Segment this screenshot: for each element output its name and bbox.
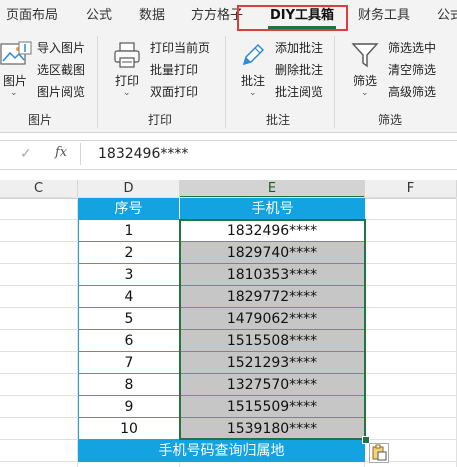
comment-button[interactable]: 批注 xyxy=(238,72,268,89)
tab-fangfang[interactable]: 方方格子 xyxy=(191,0,243,32)
paste-options-icon[interactable] xyxy=(369,443,389,463)
region-screenshot-button[interactable]: 选区截图 xyxy=(37,60,85,80)
batch-print-button[interactable]: 批量打印 xyxy=(150,60,198,80)
add-comment-button[interactable]: 添加批注 xyxy=(275,38,323,58)
tab-data[interactable]: 数据 xyxy=(139,0,165,32)
table-cell-index[interactable]: 2 xyxy=(78,242,180,264)
formula-input[interactable]: 1832496**** xyxy=(98,146,188,162)
column-header-d[interactable]: D xyxy=(78,180,180,198)
tab-page-layout[interactable]: 页面布局 xyxy=(6,0,58,32)
chevron-down-icon[interactable]: ⌄ xyxy=(10,88,18,98)
table-cell-index[interactable]: 3 xyxy=(78,264,180,286)
confirm-icon[interactable]: ✓ xyxy=(20,146,32,162)
table-cell-index[interactable]: 4 xyxy=(78,286,180,308)
import-image-icon xyxy=(17,40,33,56)
funnel-icon xyxy=(350,40,380,70)
image-viewer-button[interactable]: 图片阅览 xyxy=(37,82,85,102)
advanced-filter-button[interactable]: 高级筛选 xyxy=(388,82,436,102)
table-cell-index[interactable]: 1 xyxy=(78,220,180,242)
tab-formulas[interactable]: 公式 xyxy=(86,0,112,32)
column-header-c[interactable]: C xyxy=(0,180,78,198)
table-cell-index[interactable]: 6 xyxy=(78,330,180,352)
comment-viewer-button[interactable]: 批注阅览 xyxy=(275,82,323,102)
delete-comment-button[interactable]: 删除批注 xyxy=(275,60,323,80)
column-header-e[interactable]: E xyxy=(180,180,365,198)
table-footer[interactable]: 手机号码查询归属地 xyxy=(78,440,365,462)
formula-divider xyxy=(80,143,81,165)
table-cell-index[interactable]: 5 xyxy=(78,308,180,330)
chevron-down-icon[interactable]: ⌄ xyxy=(123,88,131,98)
printer-icon xyxy=(112,40,142,70)
group-separator xyxy=(225,36,226,128)
table-cell-index[interactable]: 7 xyxy=(78,352,180,374)
import-image-button[interactable]: 导入图片 xyxy=(37,38,85,58)
image-button[interactable]: 图片 xyxy=(0,72,30,89)
table-header-phone[interactable]: 手机号 xyxy=(180,198,365,220)
filter-selected-button[interactable]: 筛选选中 xyxy=(388,38,436,58)
column-header-f[interactable]: F xyxy=(365,180,457,198)
clear-filter-button[interactable]: 清空筛选 xyxy=(388,60,436,80)
function-icon[interactable]: fx xyxy=(55,145,67,160)
chevron-down-icon[interactable]: ⌄ xyxy=(361,88,369,98)
print-current-page-button[interactable]: 打印当前页 xyxy=(150,38,210,58)
table-cell-index[interactable]: 9 xyxy=(78,396,180,418)
table-header-index[interactable]: 序号 xyxy=(78,198,180,220)
tab-formulas-2[interactable]: 公式 xyxy=(437,0,457,32)
group-separator xyxy=(334,36,335,128)
group-label-filter: 筛选 xyxy=(377,113,402,127)
print-button[interactable]: 打印 xyxy=(112,72,142,89)
filter-button[interactable]: 筛选 xyxy=(350,72,380,89)
cell-selection xyxy=(179,219,366,440)
group-label-comment: 批注 xyxy=(265,113,290,127)
highlight-box xyxy=(237,5,348,31)
duplex-print-button[interactable]: 双面打印 xyxy=(150,82,198,102)
comment-pencil-icon xyxy=(238,40,268,70)
chevron-down-icon[interactable]: ⌄ xyxy=(249,88,257,98)
table-cell-index[interactable]: 8 xyxy=(78,374,180,396)
group-label-image: 图片 xyxy=(27,113,52,127)
formula-bar xyxy=(0,140,457,170)
tab-finance-tools[interactable]: 财务工具 xyxy=(358,0,410,32)
group-separator xyxy=(97,36,98,128)
group-label-print: 打印 xyxy=(147,113,172,127)
table-cell-index[interactable]: 10 xyxy=(78,418,180,440)
